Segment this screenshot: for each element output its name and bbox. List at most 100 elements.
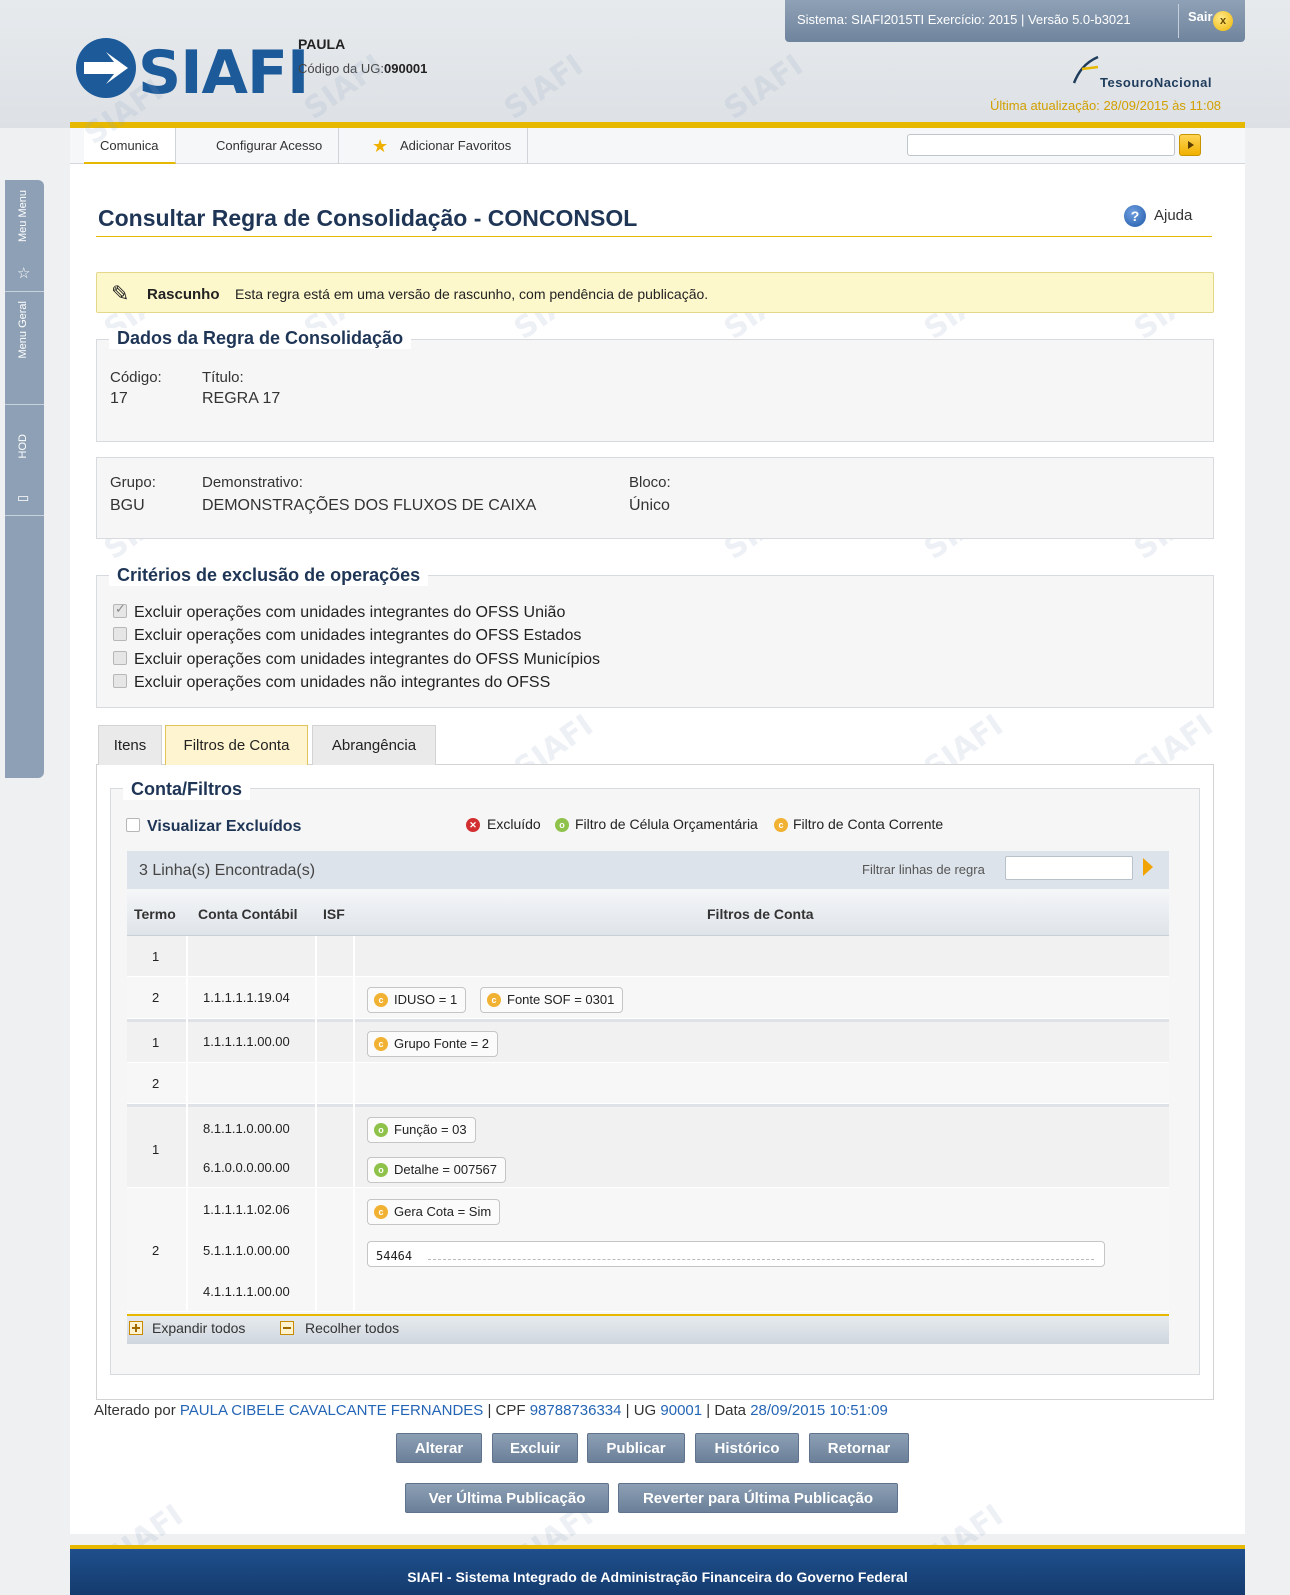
criterio-checkbox[interactable]	[113, 651, 127, 665]
conta-corrente-icon: c	[374, 993, 388, 1007]
last-update: Última atualização: 28/09/2015 às 11:08	[990, 98, 1222, 113]
criterio-label: Excluir operações com unidades integrant…	[134, 627, 582, 644]
legend-celula: Filtro de Célula Orçamentária	[575, 816, 758, 832]
tab-itens[interactable]: Itens	[98, 725, 162, 765]
side-tab-label: Meu Menu	[17, 190, 29, 242]
show-excluded-checkbox[interactable]	[126, 818, 140, 832]
search-go-button[interactable]	[1179, 134, 1201, 156]
nav-tab-comunica[interactable]: Comunica	[84, 128, 176, 164]
filter-chip: c Gera Cota = Sim	[367, 1199, 501, 1225]
audit-prefix: Alterado por	[94, 1402, 176, 1419]
historico-button[interactable]: Histórico	[695, 1433, 799, 1463]
conta-cell: 1.1.1.1.1.02.06	[203, 1202, 290, 1217]
collapse-icon[interactable]	[280, 1321, 294, 1335]
expand-all-link[interactable]: Expandir todos	[152, 1320, 245, 1336]
filter-chip-label: Gera Cota = Sim	[394, 1204, 492, 1219]
conta-cell: 5.1.1.1.0.00.00	[203, 1243, 290, 1258]
codigo-label: Código:	[110, 369, 162, 386]
alterar-button[interactable]: Alterar	[396, 1433, 482, 1463]
expand-icon[interactable]	[129, 1321, 143, 1335]
conta-corrente-icon: c	[487, 993, 501, 1007]
close-icon[interactable]: x	[1213, 11, 1233, 31]
criterio-checkbox[interactable]	[113, 601, 127, 618]
column-divider	[353, 936, 355, 1312]
filter-chip-label: IDUSO = 1	[394, 992, 458, 1007]
audit-ug: 90001	[660, 1402, 703, 1419]
tesouro-logo: TesouroNacional	[1070, 55, 1240, 95]
table-row: 1 8.1.1.1.0.00.00 6.1.0.0.0.00.00	[127, 1107, 1169, 1188]
col-conta-contabil[interactable]: Conta Contábil	[198, 906, 298, 922]
filter-chip: c IDUSO = 1	[367, 987, 467, 1013]
filter-value-field: 54464	[367, 1241, 1105, 1267]
nav-tab-adicionar-favoritos[interactable]: ★ Adicionar Favoritos	[354, 128, 529, 164]
logout-link[interactable]: Sair	[1188, 9, 1213, 24]
filter-input[interactable]	[1005, 856, 1133, 880]
bloco-label: Bloco:	[629, 474, 671, 491]
tab-filtros-de-conta[interactable]: Filtros de Conta	[165, 725, 308, 765]
conta-corrente-icon: c	[374, 1205, 388, 1219]
grupo-value: BGU	[110, 497, 145, 514]
table-row: 2	[127, 1063, 1169, 1104]
tab-abrangencia[interactable]: Abrangência	[312, 725, 436, 765]
ug-label: Código da UG:	[298, 61, 384, 76]
ug-info: Código da UG:090001	[298, 61, 427, 76]
tesouro-logo-icon	[1072, 55, 1099, 84]
filter-chip: o Função = 03	[367, 1117, 476, 1143]
column-divider	[186, 936, 188, 1312]
monitor-icon: ▭	[17, 490, 30, 505]
side-tab-menu-geral[interactable]: Menu Geral	[5, 293, 44, 405]
audit-cpf-label: CPF	[495, 1402, 526, 1419]
codigo-value: 17	[110, 390, 128, 407]
audit-ug-label: UG	[633, 1402, 657, 1419]
table-row: 1	[127, 936, 1169, 977]
publicar-button[interactable]: Publicar	[587, 1433, 685, 1463]
criterio-checkbox[interactable]	[113, 627, 127, 641]
logo-text: SIAFI	[138, 38, 309, 108]
ver-ultima-publicacao-button[interactable]: Ver Última Publicação	[405, 1483, 609, 1513]
termo-cell: 1	[152, 949, 160, 964]
title-divider	[96, 236, 1212, 237]
help-icon: ?	[1124, 205, 1146, 227]
conta-corrente-icon: c	[374, 1037, 388, 1051]
filter-chip: c Fonte SOF = 0301	[480, 987, 624, 1013]
nav-tab-label: Adicionar Favoritos	[400, 138, 512, 153]
star-icon: ★	[372, 136, 389, 156]
retornar-button[interactable]: Retornar	[809, 1433, 909, 1463]
filter-chip-label: Função = 03	[394, 1122, 467, 1137]
excluir-button[interactable]: Excluir	[492, 1433, 578, 1463]
excluded-icon: ✕	[466, 818, 480, 832]
system-bar: Sistema: SIAFI2015TI Exercício: 2015 | V…	[785, 0, 1245, 42]
collapse-all-link[interactable]: Recolher todos	[305, 1320, 399, 1336]
demonstrativo-label: Demonstrativo:	[202, 474, 303, 491]
table-row: 1 1.1.1.1.1.00.00	[127, 1022, 1169, 1063]
nav-tab-configurar-acesso[interactable]: Configurar Acesso	[200, 128, 340, 164]
star-icon: ☆	[17, 265, 31, 282]
edit-icon: ✎	[111, 281, 130, 306]
dados-legend: Dados da Regra de Consolidação	[109, 328, 412, 349]
tesouro-text: TesouroNacional	[1100, 75, 1213, 90]
audit-cpf: 98788736334	[529, 1402, 622, 1419]
column-header: Termo Conta Contábil ISF Filtros de Cont…	[127, 890, 1169, 936]
ug-code: 090001	[384, 61, 428, 76]
criterio-checkbox[interactable]	[113, 674, 127, 688]
side-tab-hod[interactable]: HOD ▭	[5, 406, 44, 516]
conta-filtros-legend: Conta/Filtros	[123, 779, 250, 800]
bloco-value: Único	[629, 497, 670, 514]
reverter-publicacao-button[interactable]: Reverter para Última Publicação	[618, 1483, 898, 1513]
filter-go-icon[interactable]	[1143, 858, 1153, 876]
conta-cell: 1.1.1.1.1.00.00	[203, 1034, 290, 1049]
conta-cell: 8.1.1.1.0.00.00	[203, 1121, 290, 1136]
filter-chip-label: Detalhe = 007567	[394, 1162, 498, 1177]
titulo-label: Título:	[202, 369, 244, 386]
demonstrativo-value: DEMONSTRAÇÕES DOS FLUXOS DE CAIXA	[202, 497, 537, 514]
footer: SIAFI - Sistema Integrado de Administraç…	[70, 1545, 1245, 1595]
audit-user: PAULA CIBELE CAVALCANTE FERNANDES	[179, 1402, 484, 1419]
termo-cell: 2	[152, 990, 160, 1005]
col-termo[interactable]: Termo	[134, 906, 176, 922]
col-isf[interactable]: ISF	[323, 906, 345, 922]
celula-icon: o	[555, 818, 569, 832]
search-input[interactable]	[907, 134, 1175, 156]
col-filtros[interactable]: Filtros de Conta	[707, 906, 814, 922]
side-tab-meu-menu[interactable]: Meu Menu ☆	[5, 180, 44, 292]
help-label: Ajuda	[1154, 207, 1193, 224]
